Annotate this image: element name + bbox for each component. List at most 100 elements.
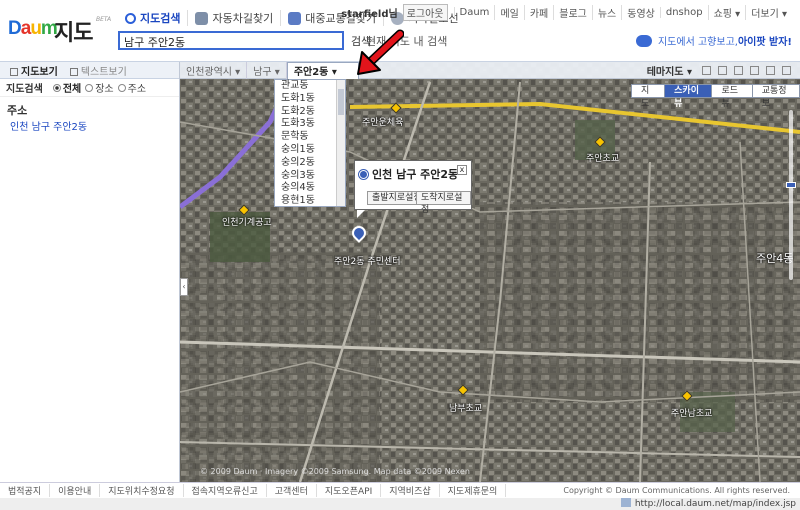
status-url: http://local.daum.net/map/index.jsp bbox=[620, 498, 796, 509]
dropdown-option[interactable]: 도화3동 bbox=[275, 118, 345, 131]
dropdown-option[interactable]: 숭의4동 bbox=[275, 182, 345, 195]
menu-daum[interactable]: Daum bbox=[453, 7, 495, 18]
dropdown-option[interactable]: 숭의1동 bbox=[275, 144, 345, 157]
satellite-map[interactable] bbox=[180, 62, 800, 482]
crumb-city[interactable]: 인천광역시 ▾ bbox=[180, 61, 248, 79]
dong-dropdown-list[interactable]: 관교동 도화1동 도화2동 도화3동 문학동 숭의1동 숭의2동 숭의3동 숭의… bbox=[274, 79, 346, 207]
info-window-title: 인천 남구 주안2동 bbox=[359, 166, 458, 182]
globe-icon bbox=[620, 498, 631, 507]
promo-banner[interactable]: 지도에서 고향보고, 아이팟 받자! bbox=[635, 33, 792, 48]
bus-icon bbox=[288, 11, 302, 25]
menu-shopping[interactable]: 쇼핑 ▾ bbox=[707, 5, 746, 20]
menu-news[interactable]: 뉴스 bbox=[591, 5, 621, 20]
radio-address[interactable]: 주소 bbox=[117, 80, 146, 95]
map-type-switch: 지도 스카이뷰 로드뷰 교통정보 bbox=[631, 84, 800, 109]
dropdown-option[interactable]: 문학동 bbox=[275, 131, 345, 144]
logo-beta: BETA bbox=[96, 16, 112, 23]
bookmark-icon[interactable] bbox=[702, 66, 711, 75]
promo-icon bbox=[635, 34, 652, 47]
search-input[interactable]: 남구 주안2동 bbox=[118, 31, 344, 50]
footer-copyright: Copyright © Daum Communications. All rig… bbox=[563, 486, 790, 495]
dropdown-option[interactable]: 숭의2동 bbox=[275, 157, 345, 170]
tab-map-view[interactable]: 지도보기 bbox=[4, 63, 64, 78]
footer-link[interactable]: 지역비즈샵 bbox=[381, 484, 440, 497]
crumb-dong-select[interactable]: 주안2동 ▾ bbox=[286, 61, 359, 79]
radio-place[interactable]: 장소 bbox=[85, 80, 114, 95]
tab-map-search[interactable]: 지도검색 bbox=[118, 10, 189, 26]
mail-icon[interactable] bbox=[734, 66, 743, 75]
panel-collapse-button[interactable]: ‹ bbox=[180, 278, 188, 296]
footer-link[interactable]: 이용안내 bbox=[50, 484, 101, 497]
dropdown-scrollbar[interactable] bbox=[336, 80, 345, 206]
link-icon[interactable] bbox=[766, 66, 775, 75]
map-type-skyview[interactable]: 스카이뷰 bbox=[664, 84, 713, 109]
map-type-map[interactable]: 지도 bbox=[631, 84, 666, 109]
map-label-school2[interactable]: 남부초교 bbox=[449, 401, 482, 414]
dropdown-option[interactable]: 도화2동 bbox=[275, 106, 345, 119]
footer-link[interactable]: 고객센터 bbox=[267, 484, 317, 497]
map-label-gym[interactable]: 주안운체육 bbox=[362, 115, 403, 128]
location-pin-icon[interactable] bbox=[349, 223, 369, 244]
footer: 법적공지 이용안내 지도위치수정요청 접속지역오류신고 고객센터 지도오픈API… bbox=[0, 482, 800, 498]
tab-car-route[interactable]: 자동차길찾기 bbox=[188, 10, 282, 26]
search-filter: 지도검색 전체 장소 주소 bbox=[0, 79, 179, 97]
set-destination-button[interactable]: 도착지로설정 bbox=[416, 191, 471, 215]
map-label-center[interactable]: 주안2동 주민센터 bbox=[334, 254, 401, 267]
address-result-link[interactable]: 인천 남구 주안2동 bbox=[10, 118, 87, 133]
dropdown-option[interactable]: 숭의3동 bbox=[275, 170, 345, 183]
radio-all[interactable]: 전체 bbox=[52, 80, 81, 95]
logo-jido: 지도 bbox=[54, 21, 93, 46]
scrollbar-thumb[interactable] bbox=[338, 89, 344, 115]
menu-cafe[interactable]: 카페 bbox=[523, 5, 553, 20]
zoom-track[interactable] bbox=[789, 110, 793, 280]
map-view-icon bbox=[10, 67, 18, 76]
map-label-school3[interactable]: 주안남초교 bbox=[671, 406, 712, 419]
footer-link[interactable]: 법적공지 bbox=[0, 484, 51, 497]
map-type-traffic[interactable]: 교통정보 bbox=[751, 84, 800, 109]
car-icon bbox=[195, 11, 209, 25]
map-type-roadview[interactable]: 로드뷰 bbox=[711, 84, 753, 109]
theme-map-button[interactable]: 테마지도 ▾ bbox=[647, 63, 692, 78]
satellite-imagery bbox=[180, 62, 800, 482]
info-window: 인천 남구 주안2동 x 출발지로설정 도착지로설정 bbox=[354, 160, 472, 218]
map-copyright: © 2009 Daum · Imagery ©2009 Samsung. Map… bbox=[200, 467, 470, 476]
zoom-knob[interactable] bbox=[786, 182, 796, 188]
search-icon bbox=[125, 12, 136, 24]
logout-button[interactable]: 로그아웃 bbox=[402, 4, 448, 21]
logo-daum: Daum bbox=[8, 18, 58, 39]
tab-text-view[interactable]: 텍스트보기 bbox=[64, 63, 133, 78]
save-icon[interactable] bbox=[718, 66, 727, 75]
menu-dnshop[interactable]: dnshop bbox=[659, 7, 708, 18]
fullscreen-icon[interactable] bbox=[782, 66, 791, 75]
dropdown-option[interactable]: 관교동 bbox=[275, 80, 345, 93]
print-icon[interactable] bbox=[750, 66, 759, 75]
left-panel: 지도보기 텍스트보기 지도검색 전체 장소 주소 주소 인천 남구 주안2동 bbox=[0, 62, 180, 482]
address-section-label: 주소 bbox=[7, 104, 28, 117]
menu-blog[interactable]: 블로그 bbox=[553, 5, 592, 20]
map-label-school1[interactable]: 주안초교 bbox=[586, 151, 619, 164]
footer-link[interactable]: 접속지역오류신고 bbox=[184, 484, 267, 497]
menu-mail[interactable]: 메일 bbox=[494, 5, 523, 20]
daum-map-logo[interactable]: Daum 지도 BETA bbox=[8, 12, 112, 46]
menu-more[interactable]: 더보기 ▾ bbox=[745, 5, 792, 20]
red-arrow-annotation bbox=[357, 29, 404, 75]
menu-video[interactable]: 동영상 bbox=[621, 5, 660, 20]
footer-link[interactable]: 지도오픈API bbox=[317, 484, 382, 497]
text-view-icon bbox=[69, 67, 78, 76]
close-icon[interactable]: x bbox=[457, 165, 467, 175]
map-label-park[interactable]: 인천기계공고 bbox=[222, 215, 272, 228]
zoom-slider[interactable] bbox=[786, 110, 796, 280]
region-breadcrumb-bar: 인천광역시 ▾ 남구 ▾ 주안2동 ▾ 테마지도 ▾ bbox=[180, 61, 800, 79]
browser-status-bar: http://local.daum.net/map/index.jsp bbox=[0, 498, 800, 510]
top-menu: starfield님 로그아웃 Daum 메일 카페 블로그 뉴스 동영상 dn… bbox=[341, 4, 792, 21]
pin-icon bbox=[359, 169, 368, 179]
username: starfield님 bbox=[341, 9, 398, 20]
info-window-tail bbox=[357, 210, 365, 218]
dropdown-option[interactable]: 용현1동 bbox=[275, 195, 345, 208]
view-tabs: 지도보기 텍스트보기 bbox=[0, 62, 179, 79]
dropdown-option[interactable]: 도화1동 bbox=[275, 93, 345, 106]
search-filter-title: 지도검색 bbox=[6, 84, 43, 95]
footer-link[interactable]: 지도제휴문의 bbox=[440, 484, 507, 497]
footer-link[interactable]: 지도위치수정요청 bbox=[100, 484, 184, 497]
crumb-district[interactable]: 남구 ▾ bbox=[247, 61, 287, 79]
